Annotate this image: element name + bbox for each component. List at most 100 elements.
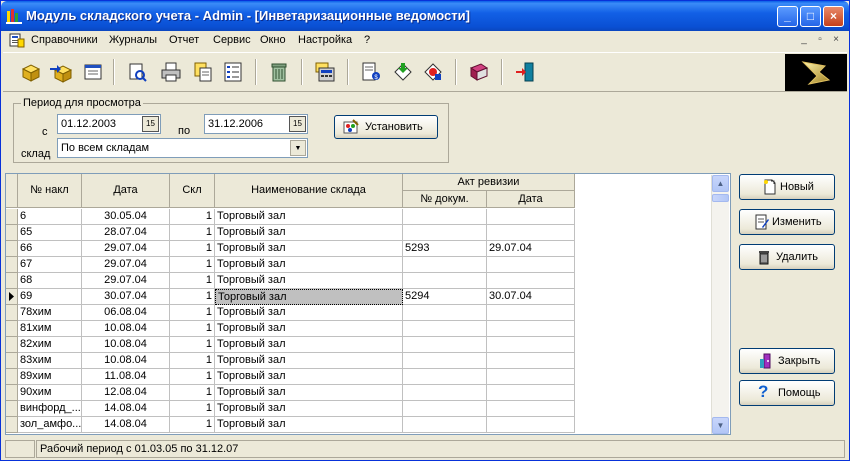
exit-door-icon[interactable] [513, 60, 537, 84]
cell-name[interactable]: Торговый зал [215, 257, 403, 273]
tag-red-icon[interactable] [421, 60, 445, 84]
cell-act-doc[interactable] [403, 273, 487, 289]
cell-num[interactable]: 78хим [18, 305, 82, 321]
cell-act-doc[interactable] [403, 401, 487, 417]
cell-act-doc[interactable]: 5293 [403, 241, 487, 257]
cell-act-date[interactable] [487, 337, 575, 353]
cell-skl[interactable]: 1 [170, 369, 215, 385]
trash-icon[interactable] [267, 60, 291, 84]
cell-num[interactable]: 89хим [18, 369, 82, 385]
cell-skl[interactable]: 1 [170, 417, 215, 433]
menu-settings[interactable]: Настройка [298, 34, 352, 46]
cell-act-date[interactable] [487, 417, 575, 433]
cell-name[interactable]: Торговый зал [215, 417, 403, 433]
scroll-down-icon[interactable]: ▼ [712, 417, 729, 434]
cell-name[interactable]: Торговый зал [215, 241, 403, 257]
menu-service[interactable]: Сервис [213, 34, 251, 46]
document-menu-icon[interactable] [9, 33, 25, 48]
cell-skl[interactable]: 1 [170, 289, 215, 305]
cell-num[interactable]: 81хим [18, 321, 82, 337]
column-header-date[interactable]: Дата [82, 174, 170, 208]
cell-num[interactable]: 67 [18, 257, 82, 273]
cell-num[interactable]: 65 [18, 225, 82, 241]
date-from-field[interactable]: 01.12.2003 15 [57, 114, 161, 134]
cell-date[interactable]: 10.08.04 [82, 321, 170, 337]
mdi-restore-button[interactable]: ▫ [813, 34, 827, 47]
menu-directories[interactable]: Справочники [31, 34, 98, 46]
help-button[interactable]: ? Помощь [739, 380, 835, 406]
cell-num[interactable]: 68 [18, 273, 82, 289]
notepad-icon[interactable] [81, 60, 105, 84]
cell-date[interactable]: 29.07.04 [82, 273, 170, 289]
cell-name[interactable]: Торговый зал [215, 305, 403, 321]
cell-num[interactable]: 90хим [18, 385, 82, 401]
cell-num[interactable]: зол_амфо... [18, 417, 82, 433]
apply-button[interactable]: Установить [334, 115, 438, 139]
warehouse-select[interactable]: По всем складам ▼ [57, 138, 308, 158]
tag-green-icon[interactable] [391, 60, 415, 84]
cell-date[interactable]: 29.07.04 [82, 241, 170, 257]
cell-act-doc[interactable] [403, 321, 487, 337]
copy-icon[interactable] [191, 60, 215, 84]
cell-date[interactable]: 14.08.04 [82, 417, 170, 433]
cell-date[interactable]: 10.08.04 [82, 353, 170, 369]
cell-skl[interactable]: 1 [170, 209, 215, 225]
cell-name[interactable]: Торговый зал [215, 369, 403, 385]
cell-act-doc[interactable] [403, 353, 487, 369]
cell-date[interactable]: 30.07.04 [82, 289, 170, 305]
column-header-num[interactable]: № накл [18, 174, 82, 208]
maximize-button[interactable]: □ [800, 6, 821, 27]
date-to-field[interactable]: 31.12.2006 15 [204, 114, 308, 134]
cell-date[interactable]: 10.08.04 [82, 337, 170, 353]
print-preview-icon[interactable] [125, 60, 149, 84]
cell-skl[interactable]: 1 [170, 241, 215, 257]
cell-date[interactable]: 14.08.04 [82, 401, 170, 417]
title-bar[interactable]: Модуль складского учета - Admin - [Инвет… [1, 1, 849, 31]
cell-skl[interactable]: 1 [170, 337, 215, 353]
inventory-table[interactable]: № накл Дата Скл Наименование склада Акт … [5, 173, 731, 435]
cell-act-doc[interactable]: 5294 [403, 289, 487, 305]
cell-act-doc[interactable] [403, 337, 487, 353]
cell-date[interactable]: 12.08.04 [82, 385, 170, 401]
cell-act-date[interactable] [487, 369, 575, 385]
cell-act-date[interactable] [487, 257, 575, 273]
menu-report[interactable]: Отчет [169, 34, 199, 46]
cell-name[interactable]: Торговый зал [215, 321, 403, 337]
scroll-thumb[interactable] [712, 194, 729, 202]
vertical-scrollbar[interactable]: ▲ ▼ [711, 175, 729, 434]
column-header-act-date[interactable]: Дата [487, 191, 575, 208]
new-button[interactable]: Новый [739, 174, 835, 200]
cell-name[interactable]: Торговый зал [215, 209, 403, 225]
cell-skl[interactable]: 1 [170, 401, 215, 417]
mdi-minimize-button[interactable]: _ [797, 34, 811, 47]
cell-skl[interactable]: 1 [170, 305, 215, 321]
cell-date[interactable]: 30.05.04 [82, 209, 170, 225]
cell-name[interactable]: Торговый зал [215, 337, 403, 353]
calculator-icon[interactable] [313, 60, 337, 84]
cell-num[interactable]: 6 [18, 209, 82, 225]
cell-date[interactable]: 29.07.04 [82, 257, 170, 273]
minimize-button[interactable]: _ [777, 6, 798, 27]
cell-skl[interactable]: 1 [170, 385, 215, 401]
menu-journals[interactable]: Журналы [109, 34, 157, 46]
mdi-close-button[interactable]: × [829, 34, 843, 47]
calendar-from-button[interactable]: 15 [142, 116, 159, 132]
cell-act-doc[interactable] [403, 369, 487, 385]
edit-button[interactable]: Изменить [739, 209, 835, 235]
calendar-to-button[interactable]: 15 [289, 116, 306, 132]
cell-name[interactable]: Торговый зал [215, 401, 403, 417]
cell-act-date[interactable] [487, 353, 575, 369]
column-header-act-doc[interactable]: № докум. [403, 191, 487, 208]
cell-act-date[interactable] [487, 401, 575, 417]
cell-date[interactable]: 06.08.04 [82, 305, 170, 321]
cell-act-date[interactable] [487, 385, 575, 401]
book-icon[interactable] [467, 60, 491, 84]
close-window-button[interactable]: × [823, 6, 844, 27]
cell-num[interactable]: 83хим [18, 353, 82, 369]
cell-act-date[interactable]: 29.07.04 [487, 241, 575, 257]
cell-num[interactable]: винфорд_... [18, 401, 82, 417]
cell-act-doc[interactable] [403, 417, 487, 433]
list-icon[interactable] [221, 60, 245, 84]
box-icon[interactable] [19, 60, 43, 84]
delete-button[interactable]: Удалить [739, 244, 835, 270]
